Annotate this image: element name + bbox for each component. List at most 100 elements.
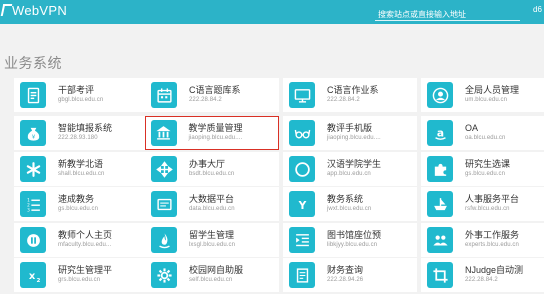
app-url: 222.28.84.2 <box>327 97 360 103</box>
app-url: 222.28.93.180 <box>58 135 98 141</box>
app-url: jiaoping.blcu.edu.... <box>327 135 381 141</box>
app-url: rsfw.blcu.edu.cn <box>465 206 510 212</box>
app-url: bsdt.blcu.edu.cn <box>189 171 235 177</box>
app-url: libkjyy.blcu.edu.cn <box>327 242 378 248</box>
glasses-icon <box>289 120 315 146</box>
app-card[interactable]: 1 2 3 速成教务 gs.blcu.edu.cn <box>14 187 148 221</box>
app-url: grs.blcu.edu.cn <box>58 277 101 283</box>
app-name: 大数据平台 <box>189 194 235 204</box>
svg-text:Y: Y <box>297 198 306 211</box>
svg-text:3: 3 <box>27 207 30 212</box>
search-box <box>375 4 520 23</box>
app-name: 教师个人主页 <box>58 230 113 240</box>
app-url: gs.blcu.edu.cn <box>58 206 99 212</box>
app-name: OA <box>465 123 479 133</box>
app-name: 智能填报系统 <box>58 123 113 133</box>
app-card[interactable]: a OA oa.blcu.edu.cn <box>421 116 544 150</box>
app-card[interactable]: 全局人员管理 um.blcu.edu.cn <box>421 78 544 112</box>
app-card[interactable]: 教评手机版 jiaoping.blcu.edu.... <box>283 116 417 150</box>
money-bag-icon: ¥ <box>20 120 46 146</box>
monitor-icon <box>289 82 315 108</box>
app-card[interactable]: ¥ 智能填报系统 222.28.93.180 <box>14 116 148 150</box>
user-menu[interactable]: d6 <box>533 5 542 14</box>
app-card[interactable]: 办事大厅 bsdt.blcu.edu.cn <box>145 152 279 186</box>
app-name: C语言作业系 <box>327 85 379 95</box>
gear-icon <box>151 262 177 288</box>
database-icon <box>151 191 177 217</box>
app-card[interactable]: 汉语学院学生 app.blcu.edu.cn <box>283 152 417 186</box>
section-title: 业务系统 <box>4 55 62 71</box>
search-input[interactable] <box>375 6 520 23</box>
app-name: 教学质量管理 <box>188 122 243 133</box>
app-name: 教务系统 <box>327 194 364 204</box>
app-name: 外事工作服务 <box>465 230 520 240</box>
app-url: 222.28.84.2 <box>465 277 498 283</box>
app-card[interactable]: 财务查询 222.28.94.26 <box>283 258 417 292</box>
app-card[interactable]: C语言题库系 222.28.84.2 <box>145 78 279 112</box>
app-card[interactable]: C语言作业系 222.28.84.2 <box>283 78 417 112</box>
app-card[interactable]: 人事服务平台 rsfw.blcu.edu.cn <box>421 187 544 221</box>
app-name: 全局人员管理 <box>465 85 520 95</box>
svg-text:a: a <box>436 126 443 139</box>
app-card[interactable]: 大数据平台 data.blcu.edu.cn <box>145 187 279 221</box>
app-url: experts.blcu.edu.cn <box>465 242 519 248</box>
app-name: 人事服务平台 <box>465 194 520 204</box>
app-name: 图书馆座位预 <box>327 230 382 240</box>
app-name: 汉语学院学生 <box>327 159 382 169</box>
ship-icon <box>427 191 453 217</box>
app-card[interactable]: Y 教务系统 jwxt.blcu.edu.cn <box>283 187 417 221</box>
app-url: 222.28.94.26 <box>327 277 364 283</box>
app-name: 研究生管理平 <box>58 265 113 275</box>
app-card[interactable]: 研究生选课 gs.blcu.edu.cn <box>421 152 544 186</box>
logo-text: WebVPN <box>12 3 68 18</box>
app-url: gs.blcu.edu.cn <box>465 171 506 177</box>
svg-text:2: 2 <box>27 202 30 208</box>
app-name: 研究生选课 <box>465 159 511 169</box>
svg-text:1: 1 <box>27 197 30 203</box>
app-url: self.blcu.edu.cn <box>189 277 233 283</box>
group-icon <box>427 227 453 253</box>
app-card[interactable]: 校园网自助服 self.blcu.edu.cn <box>145 258 279 292</box>
app-card[interactable]: 干部考评 gbgl.blcu.edu.cn <box>14 78 148 112</box>
app-url: oa.blcu.edu.cn <box>465 135 506 141</box>
y-logo-icon: Y <box>289 191 315 217</box>
app-name: 校园网自助服 <box>189 265 244 275</box>
bank-icon <box>150 119 177 146</box>
app-name: 留学生管理 <box>189 230 235 240</box>
app-url: app.blcu.edu.cn <box>327 171 371 177</box>
webvpn-logo[interactable]: WebVPN <box>0 3 68 19</box>
flame-icon <box>151 227 177 253</box>
svg-text:¥: ¥ <box>31 134 35 140</box>
app-card[interactable]: 图书馆座位预 libkjyy.blcu.edu.cn <box>283 223 417 257</box>
app-card[interactable]: x 2 研究生管理平 grs.blcu.edu.cn <box>14 258 148 292</box>
app-name: 干部考评 <box>58 85 95 95</box>
app-url: gbgl.blcu.edu.cn <box>58 97 104 103</box>
asterisk-icon <box>20 156 46 182</box>
crop-icon <box>427 262 453 288</box>
document-icon <box>20 82 46 108</box>
app-card[interactable]: 教师个人主页 mfaculty.blcu.edu... <box>14 223 148 257</box>
subscript-icon: x2 <box>20 262 46 288</box>
amazon-icon: a <box>427 120 453 146</box>
top-bar: WebVPN d6 <box>0 0 544 24</box>
logo-mark-icon <box>0 4 13 16</box>
app-card[interactable]: 外事工作服务 experts.blcu.edu.cn <box>421 223 544 257</box>
app-card[interactable]: 留学生管理 lxsgl.blcu.edu.cn <box>145 223 279 257</box>
app-url: data.blcu.edu.cn <box>189 206 235 212</box>
app-name: 财务查询 <box>327 265 364 275</box>
app-name: 新教学北语 <box>58 159 104 169</box>
app-card[interactable]: 教学质量管理 jiaoping.blcu.edu.... <box>145 116 279 150</box>
app-url: um.blcu.edu.cn <box>465 97 508 103</box>
invoice-icon <box>289 262 315 288</box>
app-name: 教评手机版 <box>327 123 373 133</box>
calendar-icon <box>151 82 177 108</box>
app-card[interactable]: NJudge自动测 222.28.84.2 <box>421 258 544 292</box>
app-name: C语言题库系 <box>189 85 241 95</box>
app-card[interactable]: 新教学北语 shall.blcu.edu.cn <box>14 152 148 186</box>
svg-text:2: 2 <box>36 277 40 283</box>
app-grid: 干部考评 gbgl.blcu.edu.cn C语言题库系 222.28.84.2 C语言… <box>0 78 544 294</box>
ordered-list-icon: 123 <box>20 191 46 217</box>
app-url: lxsgl.blcu.edu.cn <box>189 242 236 248</box>
app-url: mfaculty.blcu.edu... <box>58 242 112 248</box>
app-name: 办事大厅 <box>189 159 226 169</box>
